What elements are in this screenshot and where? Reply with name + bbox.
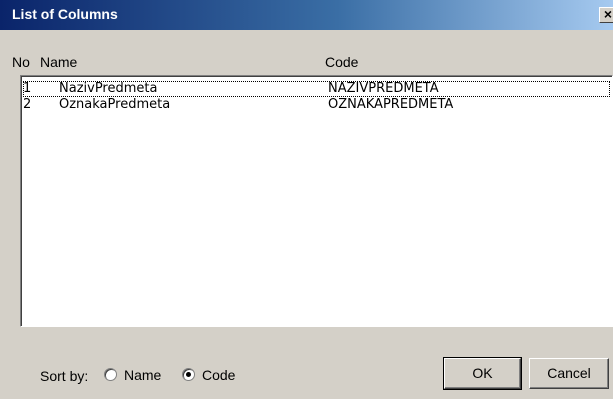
close-button[interactable]: ×: [599, 7, 613, 23]
cancel-button[interactable]: Cancel: [529, 358, 609, 389]
column-header-code[interactable]: Code: [325, 54, 358, 70]
list-item[interactable]: 2 OznakaPredmeta OZNAKAPREDMETA: [23, 97, 610, 113]
ok-button[interactable]: OK: [443, 357, 522, 390]
list-of-columns-dialog: List of Columns × No Name Code 1 NazivPr…: [0, 0, 613, 399]
columns-list[interactable]: 1 NazivPredmeta NAZIVPREDMETA 2 OznakaPr…: [20, 75, 613, 327]
row-number: 1: [23, 81, 32, 96]
row-code: OZNAKAPREDMETA: [328, 97, 454, 112]
row-code: NAZIVPREDMETA: [328, 81, 439, 96]
dialog-title: List of Columns: [12, 6, 118, 22]
row-number: 2: [23, 97, 32, 112]
row-name: NazivPredmeta: [59, 81, 158, 96]
sort-code-label[interactable]: Code: [202, 367, 235, 383]
column-header-no[interactable]: No: [12, 54, 30, 70]
row-name: OznakaPredmeta: [59, 97, 171, 112]
sort-by-label: Sort by:: [40, 368, 89, 384]
close-icon: ×: [603, 6, 613, 22]
sort-code-radio[interactable]: [182, 368, 195, 381]
title-bar[interactable]: List of Columns ×: [0, 0, 613, 30]
list-item[interactable]: 1 NazivPredmeta NAZIVPREDMETA: [23, 81, 610, 97]
radio-selected-dot: [186, 372, 191, 377]
sort-name-label[interactable]: Name: [124, 367, 161, 383]
column-header-name[interactable]: Name: [40, 54, 77, 70]
sort-name-radio[interactable]: [104, 368, 117, 381]
